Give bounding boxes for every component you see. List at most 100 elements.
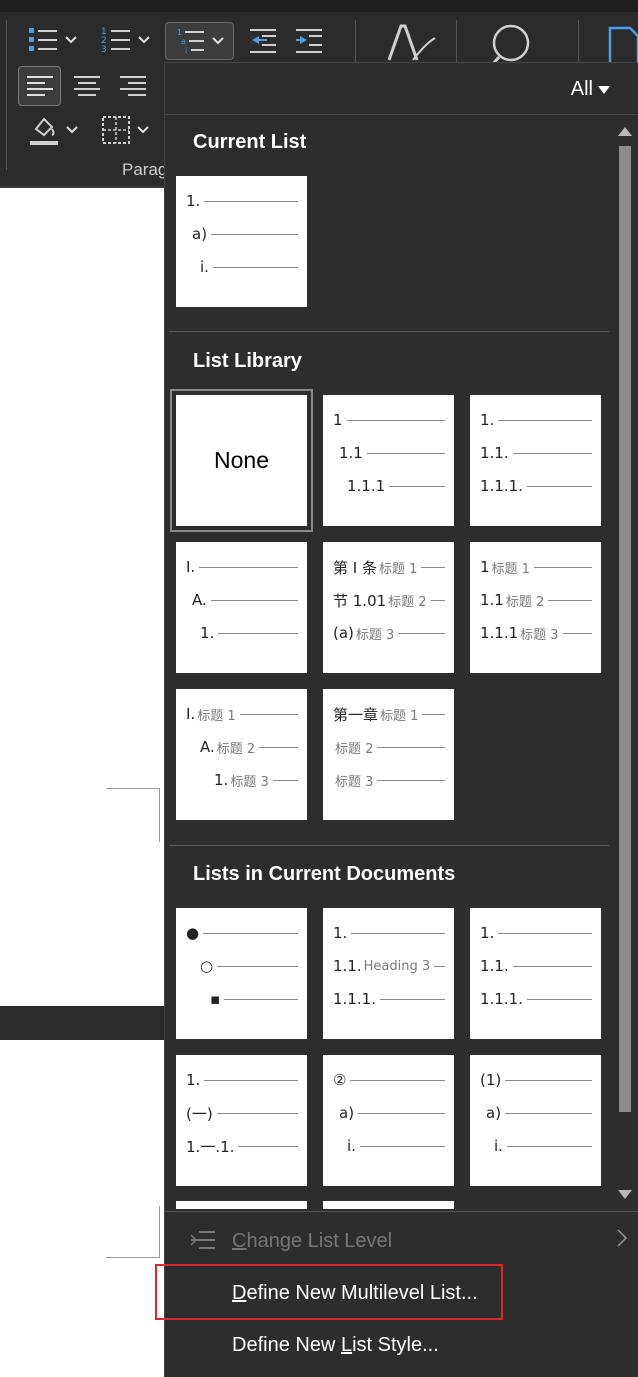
- list-level-preview: 1.: [470, 923, 592, 943]
- level-number: I.: [186, 705, 196, 723]
- level-heading-style: 标题 3: [230, 774, 269, 790]
- list-tile-partial[interactable]: [176, 1201, 307, 1209]
- dropdown-header: All: [165, 63, 638, 115]
- text-line: [377, 746, 445, 748]
- decrease-indent-button[interactable]: [246, 24, 280, 58]
- level-number: ●: [186, 924, 200, 942]
- level-number: 第一章: [333, 705, 379, 724]
- increase-indent-button[interactable]: [292, 24, 326, 58]
- list-level-preview: 1.1: [323, 443, 445, 463]
- list-tile[interactable]: I. 标题 1 A. 标题 2 1. 标题 3: [176, 689, 307, 820]
- list-level-preview: 1.1 标题 2: [470, 590, 592, 610]
- define-new-multilevel-list-label: Define New Multilevel List...: [232, 1281, 478, 1304]
- dictate-button[interactable]: [606, 24, 638, 64]
- list-tile[interactable]: 第 I 条标题 1 节 1.01 标题 2 (a) 标题 3: [323, 542, 454, 673]
- list-tile[interactable]: 1. 1.1. 1.1.1.: [470, 908, 601, 1039]
- list-tile[interactable]: 第一章 标题 1 标题 2 标题 3: [323, 689, 454, 820]
- list-tile[interactable]: 1 标题 1 1.1 标题 2 1.1.1 标题 3: [470, 542, 601, 673]
- define-new-list-style-item[interactable]: Define New List Style...: [165, 1321, 638, 1369]
- text-line: [526, 998, 592, 1000]
- numbering-button[interactable]: 1 2 3: [94, 24, 156, 56]
- text-line: [210, 599, 298, 601]
- ribbon-separator: [355, 20, 356, 62]
- level-heading-style: 标题 2: [505, 594, 545, 610]
- text-line: [216, 1112, 298, 1114]
- shading-button[interactable]: [22, 112, 84, 148]
- bullets-button[interactable]: [22, 24, 82, 56]
- text-line: [422, 713, 445, 715]
- text-line: [359, 1145, 445, 1147]
- text-line: [272, 779, 298, 781]
- text-line: [211, 233, 298, 235]
- list-level-preview: 1 标题 1: [470, 557, 592, 577]
- level-heading-style: Heading 3: [363, 958, 431, 974]
- align-left-button[interactable]: [18, 66, 61, 106]
- scroll-down-icon[interactable]: [617, 1188, 633, 1206]
- styles-button[interactable]: [382, 20, 440, 64]
- list-tile[interactable]: (1) a) i.: [470, 1055, 601, 1186]
- list-tile-partial[interactable]: [323, 1201, 454, 1209]
- define-new-multilevel-list-item[interactable]: Define New Multilevel List...: [165, 1269, 638, 1317]
- change-list-level-item[interactable]: Change List Level: [165, 1217, 638, 1265]
- scroll-up-icon[interactable]: [617, 124, 633, 142]
- section-divider: [169, 845, 609, 846]
- text-line: [377, 779, 445, 781]
- filter-dropdown[interactable]: All: [571, 78, 611, 101]
- list-level-preview: (a) 标题 3: [323, 623, 445, 643]
- level-heading-style: 标题 2: [335, 741, 374, 757]
- center-button[interactable]: [68, 68, 106, 104]
- align-right-button[interactable]: [114, 68, 152, 104]
- increase-indent-icon: [294, 27, 324, 55]
- level-heading-style: 标题 1: [491, 561, 530, 577]
- list-level-preview: ○: [176, 956, 298, 976]
- list-tile[interactable]: 1 1.1 1.1.1: [323, 395, 454, 526]
- text-line: [239, 713, 298, 715]
- list-tile[interactable]: 1. a) i.: [176, 176, 307, 307]
- borders-button[interactable]: [94, 112, 156, 148]
- text-line: [533, 566, 592, 568]
- list-level-preview: 1.: [176, 1070, 298, 1090]
- text-line: [526, 485, 592, 487]
- menu-separator: [165, 1211, 638, 1212]
- multilevel-list-button[interactable]: 1 a i: [165, 22, 234, 60]
- list-level-preview: 第 I 条标题 1: [323, 557, 445, 577]
- text-line: [224, 998, 298, 1000]
- level-number: 第 I 条: [333, 558, 377, 577]
- bullets-icon: [27, 25, 59, 55]
- list-level-preview: I. 标题 1: [176, 704, 298, 724]
- multilevel-list-icon: 1 a i: [176, 26, 206, 56]
- text-line: [351, 932, 445, 934]
- level-number: i.: [347, 1137, 356, 1155]
- level-number: a): [339, 1104, 355, 1122]
- ribbon-separator: [6, 20, 7, 170]
- list-tile-none[interactable]: None: [170, 389, 313, 532]
- section-divider: [169, 331, 609, 332]
- list-tile[interactable]: 1. (一) 1.一.1.: [176, 1055, 307, 1186]
- list-tile[interactable]: 1. 1.1. 1.1.1.: [470, 395, 601, 526]
- list-tile[interactable]: 1. 1.1. Heading 3 1.1.1.: [323, 908, 454, 1039]
- shading-icon: [28, 113, 60, 147]
- scroll-thumb[interactable]: [619, 146, 631, 1112]
- list-level-preview: a): [470, 1103, 592, 1123]
- section-title-current-list: Current List: [193, 131, 307, 153]
- list-level-preview: 1.: [176, 623, 298, 643]
- list-level-preview: 1.1.1.: [470, 476, 592, 496]
- text-line: [350, 1079, 445, 1081]
- list-tile[interactable]: ● ○ ▪: [176, 908, 307, 1039]
- text-line: [204, 1079, 298, 1081]
- document-icon: [606, 24, 638, 64]
- level-number: i.: [494, 1137, 503, 1155]
- text-line: [217, 965, 298, 967]
- level-number: 节 1.01: [333, 591, 387, 610]
- text-line: [498, 932, 592, 934]
- gallery-scrollbar[interactable]: [611, 118, 638, 1208]
- list-tile[interactable]: ② a) i.: [323, 1055, 454, 1186]
- level-number: (a): [333, 624, 354, 642]
- text-line: [562, 632, 592, 634]
- text-line: [389, 485, 445, 487]
- ribbon-title-strip: [0, 0, 638, 12]
- decrease-indent-icon: [248, 27, 278, 55]
- list-tile[interactable]: I. A. 1.: [176, 542, 307, 673]
- document-page[interactable]: [0, 188, 164, 1377]
- level-number: 1.: [214, 771, 229, 789]
